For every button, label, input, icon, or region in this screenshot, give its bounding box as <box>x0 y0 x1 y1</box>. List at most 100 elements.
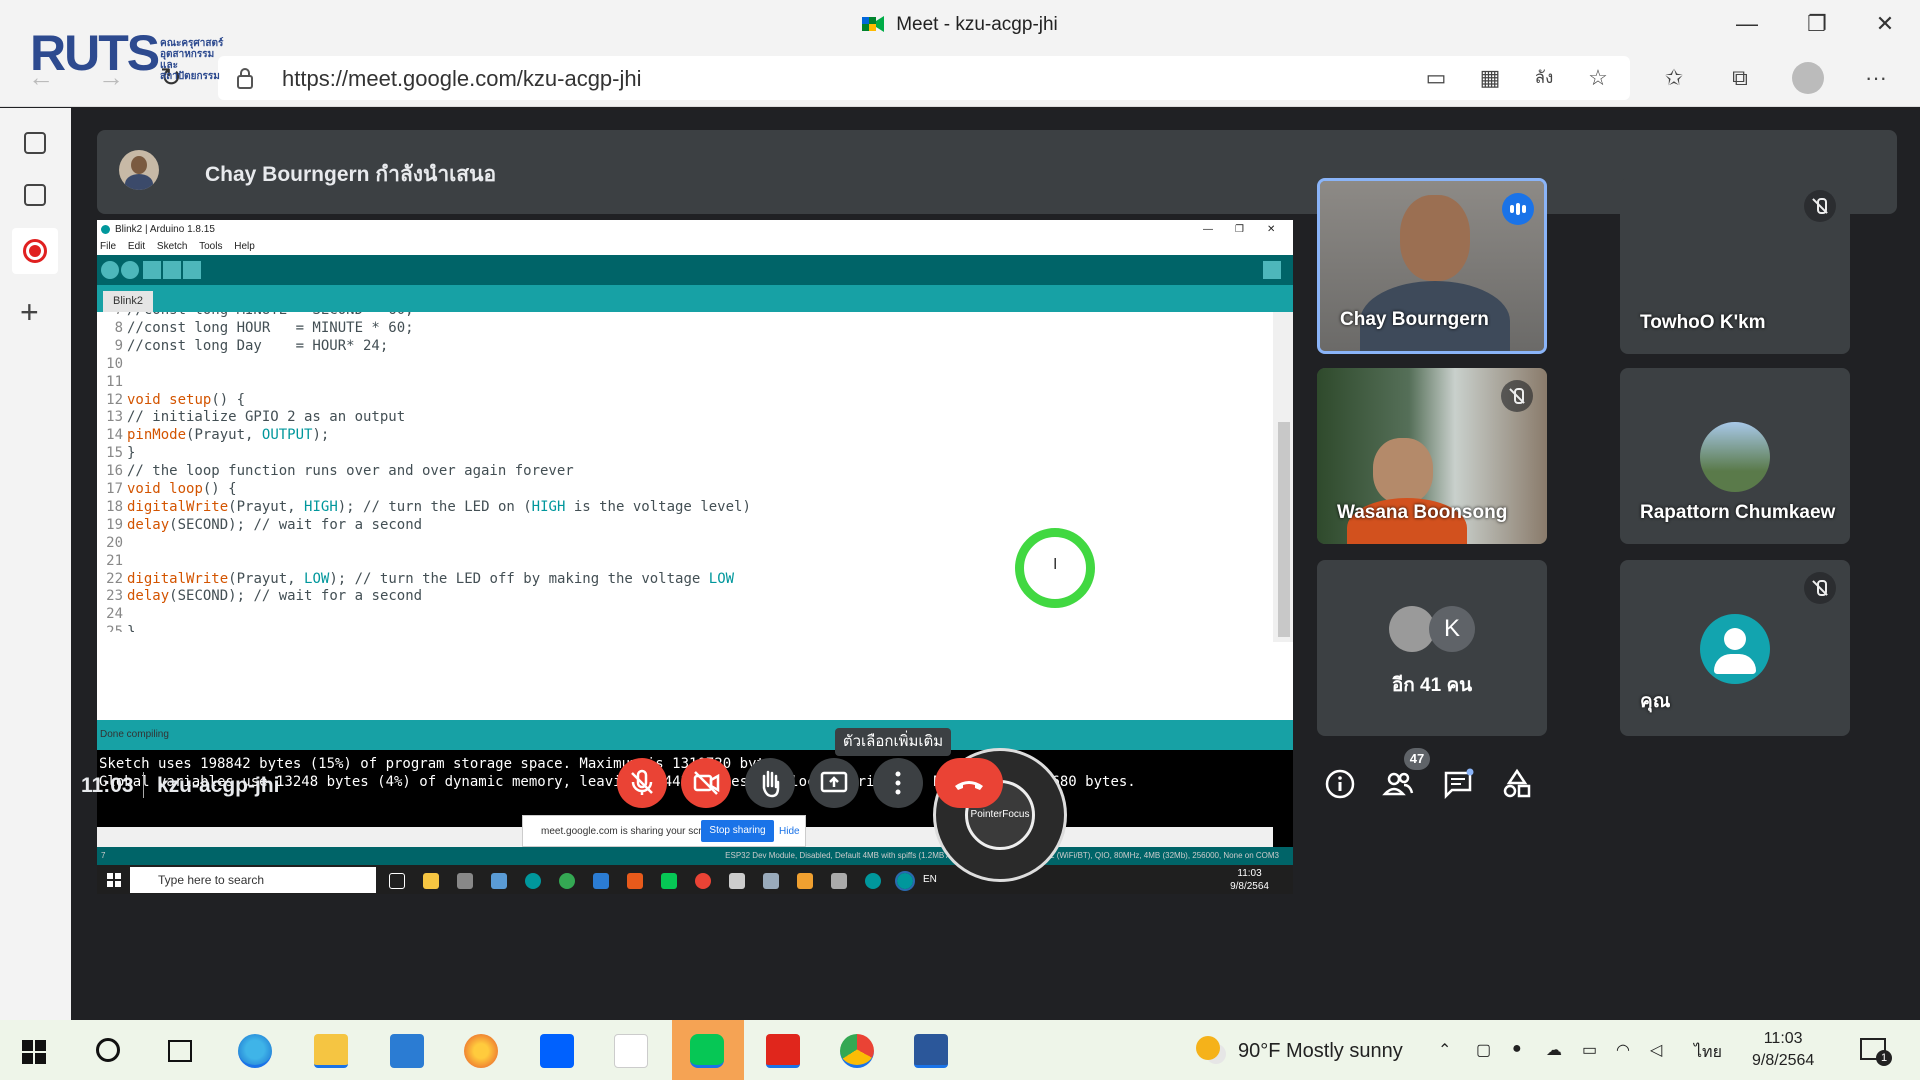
others-tile[interactable]: K อีก 41 คน <box>1317 560 1547 736</box>
amazon-icon[interactable] <box>614 1034 648 1068</box>
meeting-time: 11:03 <box>81 774 134 797</box>
more-icon[interactable]: ··· <box>1862 64 1890 92</box>
task-view-icon[interactable] <box>389 873 405 889</box>
app3-icon[interactable] <box>797 873 813 889</box>
mail-icon[interactable] <box>390 1034 424 1068</box>
activities-icon[interactable] <box>1501 768 1533 800</box>
camera-toggle-button[interactable] <box>681 758 731 808</box>
windows-start-icon[interactable] <box>22 1040 46 1064</box>
tabs-icon[interactable] <box>24 132 46 154</box>
app2-icon[interactable] <box>763 873 779 889</box>
serial-monitor-icon[interactable] <box>1263 261 1281 279</box>
upload-icon[interactable] <box>121 261 139 279</box>
maximize-button[interactable]: ❐ <box>1792 8 1842 40</box>
code-line[interactable]: 25} <box>97 624 135 632</box>
code-editor[interactable]: 7 //const long MINUTE = SECOND * 60; 8//co… <box>97 312 1273 632</box>
participant-tile[interactable]: Wasana Boonsong <box>1317 368 1547 544</box>
chrome-icon[interactable] <box>840 1034 874 1068</box>
file-explorer-icon[interactable] <box>314 1034 348 1068</box>
calendar-icon[interactable] <box>24 184 46 206</box>
menu-sketch[interactable]: Sketch <box>157 241 188 252</box>
arduino2-icon[interactable] <box>865 873 881 889</box>
onedrive-icon[interactable]: ☁ <box>1546 1040 1562 1060</box>
app-icon[interactable] <box>491 873 507 889</box>
participant-tile[interactable]: TowhoO K'km <box>1620 178 1850 354</box>
apps-icon[interactable]: ▦ <box>1476 64 1504 92</box>
search-icon[interactable] <box>96 1038 120 1062</box>
more-options-button[interactable] <box>873 758 923 808</box>
self-tile[interactable]: คุณ <box>1620 560 1850 736</box>
chrome2-icon[interactable] <box>695 873 711 889</box>
translate-icon[interactable]: ลัง <box>1530 64 1558 92</box>
inner-search-box[interactable]: Type here to search <box>130 867 376 893</box>
address-bar[interactable]: https://meet.google.com/kzu-acgp-jhi ▭ ▦… <box>218 56 1630 100</box>
menu-tools[interactable]: Tools <box>199 241 222 252</box>
info-icon[interactable] <box>1324 768 1356 800</box>
arduino-min-icon[interactable]: — <box>1203 220 1213 239</box>
tray-chevron-icon[interactable]: ⌃ <box>1438 1040 1451 1060</box>
add-favorite-icon[interactable]: ☆ <box>1584 64 1612 92</box>
new-icon[interactable] <box>143 261 161 279</box>
minimize-button[interactable]: — <box>1722 8 1772 40</box>
code-line[interactable]: 9//const long Day = HOUR* 24; <box>97 338 389 360</box>
system-clock[interactable]: 11:03 9/8/2564 <box>1752 1028 1814 1072</box>
present-button[interactable] <box>809 758 859 808</box>
windows-start-icon[interactable] <box>107 873 121 887</box>
participant-tile[interactable]: Chay Bourngern <box>1317 178 1547 354</box>
open-icon[interactable] <box>163 261 181 279</box>
vscode-icon[interactable] <box>593 873 609 889</box>
arduino-icon[interactable] <box>525 873 541 889</box>
dropbox-icon[interactable] <box>540 1034 574 1068</box>
arduino-close-icon[interactable]: ✕ <box>1267 220 1275 239</box>
menu-edit[interactable]: Edit <box>128 241 145 252</box>
add-icon[interactable]: + <box>20 294 39 331</box>
line-app-icon[interactable] <box>690 1034 724 1068</box>
office-icon[interactable] <box>627 873 643 889</box>
chrome-icon[interactable] <box>559 873 575 889</box>
favorites-icon[interactable]: ✩ <box>1660 64 1688 92</box>
input-lang[interactable]: ไทย <box>1694 1040 1722 1065</box>
editor-scrollbar[interactable] <box>1273 312 1293 642</box>
word-icon[interactable] <box>914 1034 948 1068</box>
notification-icon[interactable]: 1 <box>1860 1038 1892 1066</box>
app4-icon[interactable] <box>831 873 847 889</box>
editor-scroll-thumb[interactable] <box>1278 422 1290 637</box>
arduino-max-icon[interactable]: ❐ <box>1235 220 1244 239</box>
hide-button[interactable]: Hide <box>779 826 800 837</box>
window-title-wrap: Meet - kzu-acgp-jhi <box>0 14 1920 36</box>
profile-avatar[interactable] <box>1792 62 1824 94</box>
stop-sharing-button[interactable]: Stop sharing <box>701 820 774 842</box>
raise-hand-button[interactable] <box>745 758 795 808</box>
participant-tile[interactable]: Rapattorn Chumkaew <box>1620 368 1850 544</box>
task-view-icon[interactable] <box>168 1040 192 1062</box>
tray-mic-icon[interactable]: ● <box>1512 1040 1522 1058</box>
wifi-icon[interactable]: ◠ <box>1616 1040 1630 1060</box>
leave-call-button[interactable] <box>935 758 1003 808</box>
inner-time: 11:03 <box>1237 868 1262 879</box>
acrobat-icon[interactable] <box>766 1034 800 1068</box>
tray-app-icon[interactable]: ▢ <box>1476 1040 1491 1060</box>
close-button[interactable]: ✕ <box>1860 8 1910 40</box>
code-line[interactable]: 23 delay(SECOND); // wait for a second <box>97 588 422 610</box>
mic-toggle-button[interactable] <box>617 758 667 808</box>
menu-help[interactable]: Help <box>234 241 255 252</box>
arduino3-icon[interactable] <box>895 871 915 891</box>
settings-icon[interactable] <box>729 873 745 889</box>
save-icon[interactable] <box>183 261 201 279</box>
people-icon[interactable] <box>1382 768 1414 800</box>
menu-file[interactable]: File <box>100 241 116 252</box>
chat-icon[interactable] <box>1442 768 1474 800</box>
line-icon[interactable] <box>661 873 677 889</box>
verify-icon[interactable] <box>101 261 119 279</box>
firefox-icon[interactable] <box>464 1034 498 1068</box>
collections-icon[interactable]: ⧉ <box>1726 64 1754 92</box>
volume-icon[interactable]: ◁ <box>1650 1040 1662 1060</box>
code-line[interactable]: 19 delay(SECOND); // wait for a second <box>97 517 422 539</box>
edge-icon[interactable] <box>238 1034 272 1068</box>
battery-icon[interactable]: ▭ <box>1582 1040 1597 1060</box>
record-icon[interactable] <box>12 228 58 274</box>
camera-icon[interactable]: ▭ <box>1422 64 1450 92</box>
explorer-icon[interactable] <box>423 873 439 889</box>
tab-blink2[interactable]: Blink2 <box>103 291 153 312</box>
terminal-icon[interactable] <box>457 873 473 889</box>
